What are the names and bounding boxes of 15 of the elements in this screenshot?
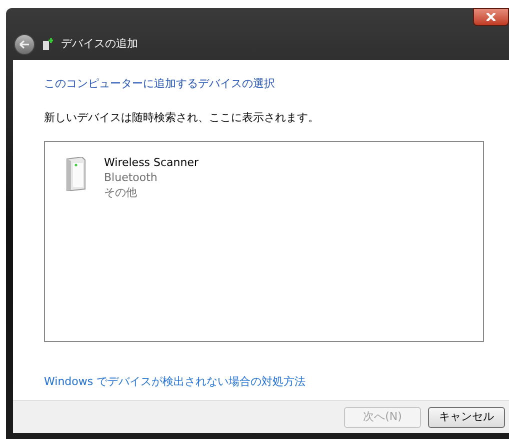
close-button[interactable]	[473, 8, 509, 26]
window-title: デバイスの追加	[61, 36, 138, 52]
device-category: その他	[104, 185, 137, 200]
device-add-icon	[43, 38, 53, 50]
connection-type: Bluetooth	[104, 170, 158, 185]
device-name: Wireless Scanner	[104, 155, 199, 170]
back-button[interactable]	[14, 34, 35, 54]
cancel-button[interactable]: キャンセル	[428, 406, 505, 428]
page-heading: このコンピューターに追加するデバイスの選択	[44, 76, 275, 92]
scanner-icon	[64, 157, 86, 191]
back-arrow-icon	[19, 40, 30, 48]
close-icon	[486, 13, 496, 21]
instruction-text: 新しいデバイスは随時検索され、ここに表示されます。	[44, 110, 319, 126]
help-link[interactable]: Windows でデバイスが検出されない場合の対処方法	[44, 374, 306, 390]
device-item[interactable]: Wireless Scanner Bluetooth その他	[63, 154, 208, 201]
